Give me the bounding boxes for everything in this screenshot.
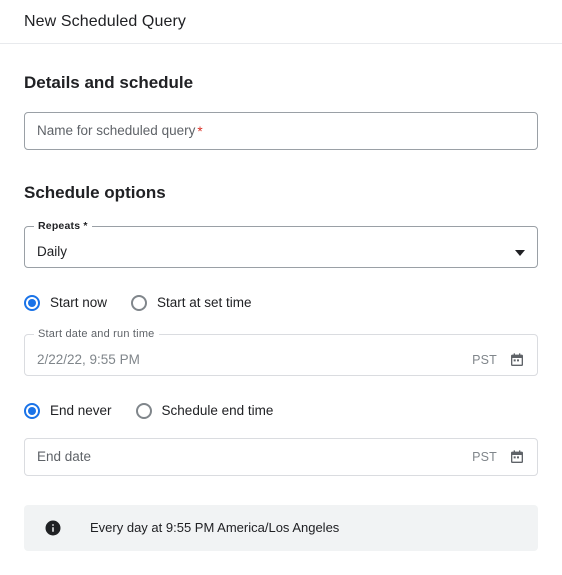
page-title: New Scheduled Query [24,12,186,30]
scheduled-query-name-placeholder: Name for scheduled query [37,123,196,138]
start-date-timezone-label: PST [472,353,497,367]
repeats-select-value: Daily [37,244,68,259]
dialog-body: Details and schedule Name for scheduled … [0,44,562,551]
end-date-placeholder: End date [37,449,92,464]
radio-mark-start-now[interactable] [24,295,40,311]
details-section-heading: Details and schedule [24,73,194,92]
start-date-and-run-time-label: Start date and run time [34,328,159,340]
radio-label-start-at-set-time: Start at set time [157,295,252,310]
start-date-and-run-time-input[interactable]: Start date and run time 2/22/22, 9:55 PM… [24,328,538,376]
chevron-down-icon[interactable] [515,250,525,256]
radio-mark-schedule-end-time[interactable] [135,403,152,419]
repeats-select-label: Repeats * [34,220,92,232]
radio-label-start-now: Start now [50,295,108,310]
radio-option-start-at-set-time[interactable]: Start at set time [131,294,252,312]
radio-mark-end-never[interactable] [24,403,40,419]
radio-label-end-never: End never [50,403,112,418]
radio-option-start-now[interactable]: Start now [24,294,107,312]
end-date-input[interactable]: End date PST [24,438,538,476]
start-date-and-run-time-value: 2/22/22, 9:55 PM [37,352,140,367]
radio-option-schedule-end-time[interactable]: Schedule end time [135,402,274,420]
schedule-section-heading: Schedule options [24,183,166,202]
start-date-field-adornments: PST [472,352,525,368]
schedule-summary-text: Every day at 9:55 PM America/Los Angeles [90,520,340,535]
dialog-header: New Scheduled Query [0,0,562,44]
repeats-select[interactable]: Repeats * Daily [24,220,538,268]
end-radio-group: End never Schedule end time [24,402,538,420]
radio-label-schedule-end-time: Schedule end time [161,403,274,418]
info-icon [44,519,62,537]
calendar-icon[interactable] [509,449,525,465]
radio-mark-start-at-set-time[interactable] [131,295,148,311]
end-date-timezone-label: PST [472,450,497,464]
radio-option-end-never[interactable]: End never [24,402,112,420]
start-radio-group: Start now Start at set time [24,294,538,312]
calendar-icon[interactable] [509,352,525,368]
end-date-field-adornments: PST [472,449,525,465]
required-asterisk: * [197,123,203,139]
schedule-summary-banner: Every day at 9:55 PM America/Los Angeles [24,505,538,551]
scheduled-query-name-input[interactable]: Name for scheduled query * [24,112,538,150]
